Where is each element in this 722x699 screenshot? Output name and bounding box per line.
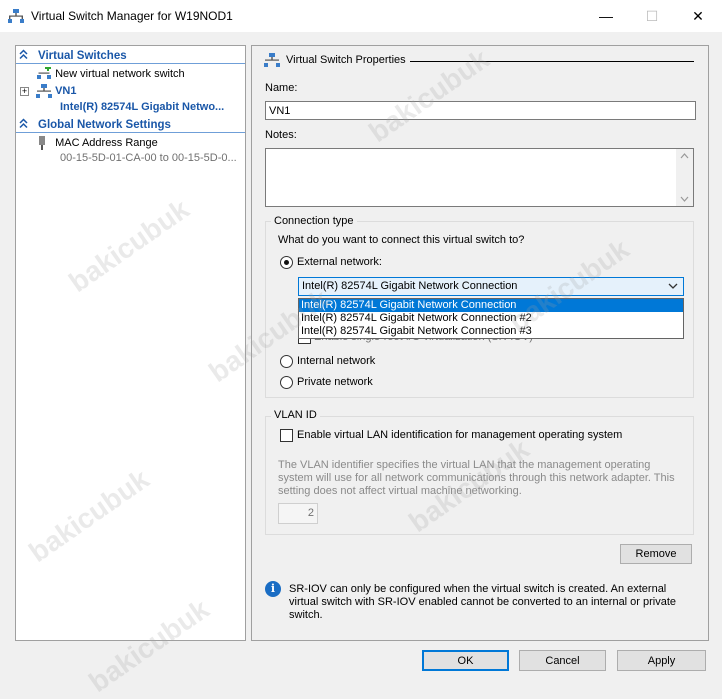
info-line: virtual switch with SR-IOV enabled canno… — [289, 596, 677, 608]
external-network-radio[interactable] — [280, 256, 293, 269]
adapter-dropdown-list[interactable]: Intel(R) 82574L Gigabit Network Connecti… — [298, 298, 684, 339]
mac-range-value: 00-15-5D-01-CA-00 to 00-15-5D-0... — [60, 152, 237, 164]
chevron-down-icon[interactable] — [668, 283, 678, 290]
notes-scrollbar[interactable] — [676, 149, 693, 206]
global-settings-label: Global Network Settings — [38, 119, 171, 131]
global-network-settings-header[interactable]: Global Network Settings — [16, 118, 245, 133]
internal-network-label[interactable]: Internal network — [297, 355, 375, 367]
new-switch-label: New virtual network switch — [55, 67, 185, 80]
name-label: Name: — [265, 82, 298, 94]
tree-item-new-switch[interactable]: New virtual network switch — [36, 65, 185, 81]
internal-network-radio[interactable] — [280, 355, 293, 368]
info-line: switch. — [289, 609, 323, 621]
virtual-switch-icon — [264, 53, 280, 67]
collapse-chevron-icon[interactable] — [19, 49, 29, 63]
connection-question: What do you want to connect this virtual… — [278, 234, 525, 246]
window-title: Virtual Switch Manager for W19NOD1 — [31, 9, 233, 23]
adapter-dropdown[interactable]: Intel(R) 82574L Gigabit Network Connecti… — [298, 277, 684, 296]
section-divider — [410, 61, 694, 62]
cancel-button[interactable]: Cancel — [519, 650, 606, 671]
section-title: Virtual Switch Properties — [286, 54, 406, 66]
ok-button[interactable]: OK — [422, 650, 509, 671]
vlan-description-line: system will use for all network communic… — [278, 472, 675, 484]
apply-button[interactable]: Apply — [617, 650, 706, 671]
scroll-up-icon[interactable] — [680, 153, 689, 159]
vlan-description: The VLAN identifier specifies the virtua… — [278, 459, 675, 498]
sriov-info-text: SR-IOV can only be configured when the v… — [289, 583, 676, 622]
remove-button[interactable]: Remove — [620, 544, 692, 564]
vn1-label: VN1 — [55, 84, 77, 97]
virtual-switches-label: Virtual Switches — [38, 50, 127, 62]
collapse-chevron-icon[interactable] — [19, 118, 29, 132]
mac-range-label: MAC Address Range — [55, 136, 158, 149]
vlan-description-line: The VLAN identifier specifies the virtua… — [278, 459, 651, 471]
info-line: SR-IOV can only be configured when the v… — [289, 583, 667, 595]
vlan-description-line: setting does not affect virtual machine … — [278, 485, 522, 497]
tree-item-vn1[interactable]: VN1 — [36, 84, 76, 98]
switch-tree-panel[interactable]: Virtual Switches New virtual network swi… — [15, 45, 246, 641]
private-network-label[interactable]: Private network — [297, 376, 373, 388]
dropdown-option[interactable]: Intel(R) 82574L Gigabit Network Connecti… — [299, 325, 683, 338]
notes-textarea[interactable] — [265, 148, 694, 207]
minimize-button[interactable]: — — [583, 0, 629, 32]
switch-properties-panel: Virtual Switch Properties Name: Notes: C… — [251, 45, 709, 641]
vlan-checkbox-label[interactable]: Enable virtual LAN identification for ma… — [297, 429, 622, 441]
name-input[interactable] — [265, 101, 696, 120]
new-switch-icon — [37, 65, 51, 79]
header-divider — [16, 132, 245, 133]
vn1-adapter-label[interactable]: Intel(R) 82574L Gigabit Netwo... — [60, 101, 224, 113]
external-network-label[interactable]: External network: — [297, 256, 382, 268]
dropdown-option[interactable]: Intel(R) 82574L Gigabit Network Connecti… — [299, 312, 683, 325]
maximize-button[interactable]: ☐ — [629, 0, 675, 32]
tree-item-mac-range[interactable]: MAC Address Range — [36, 136, 158, 150]
info-icon: i — [265, 581, 281, 597]
notes-label: Notes: — [265, 129, 297, 141]
network-switch-icon — [8, 9, 24, 23]
vlan-checkbox[interactable] — [280, 429, 293, 442]
header-divider — [16, 63, 245, 64]
title-bar[interactable]: Virtual Switch Manager for W19NOD1 — ☐ ✕ — [0, 0, 722, 32]
vlan-id-value: 2 — [307, 507, 314, 519]
vlan-id-input[interactable]: 2 — [278, 503, 318, 524]
virtual-switch-icon — [36, 84, 52, 98]
network-adapter-icon — [39, 136, 45, 150]
vlan-title: VLAN ID — [271, 409, 320, 421]
virtual-switches-header[interactable]: Virtual Switches — [16, 49, 245, 64]
adapter-dropdown-value: Intel(R) 82574L Gigabit Network Connecti… — [302, 280, 518, 292]
dropdown-option[interactable]: Intel(R) 82574L Gigabit Network Connecti… — [299, 299, 683, 312]
expand-icon[interactable]: + — [20, 87, 29, 96]
connection-type-title: Connection type — [271, 215, 357, 227]
scroll-down-icon[interactable] — [680, 196, 689, 202]
close-button[interactable]: ✕ — [675, 0, 721, 32]
private-network-radio[interactable] — [280, 376, 293, 389]
